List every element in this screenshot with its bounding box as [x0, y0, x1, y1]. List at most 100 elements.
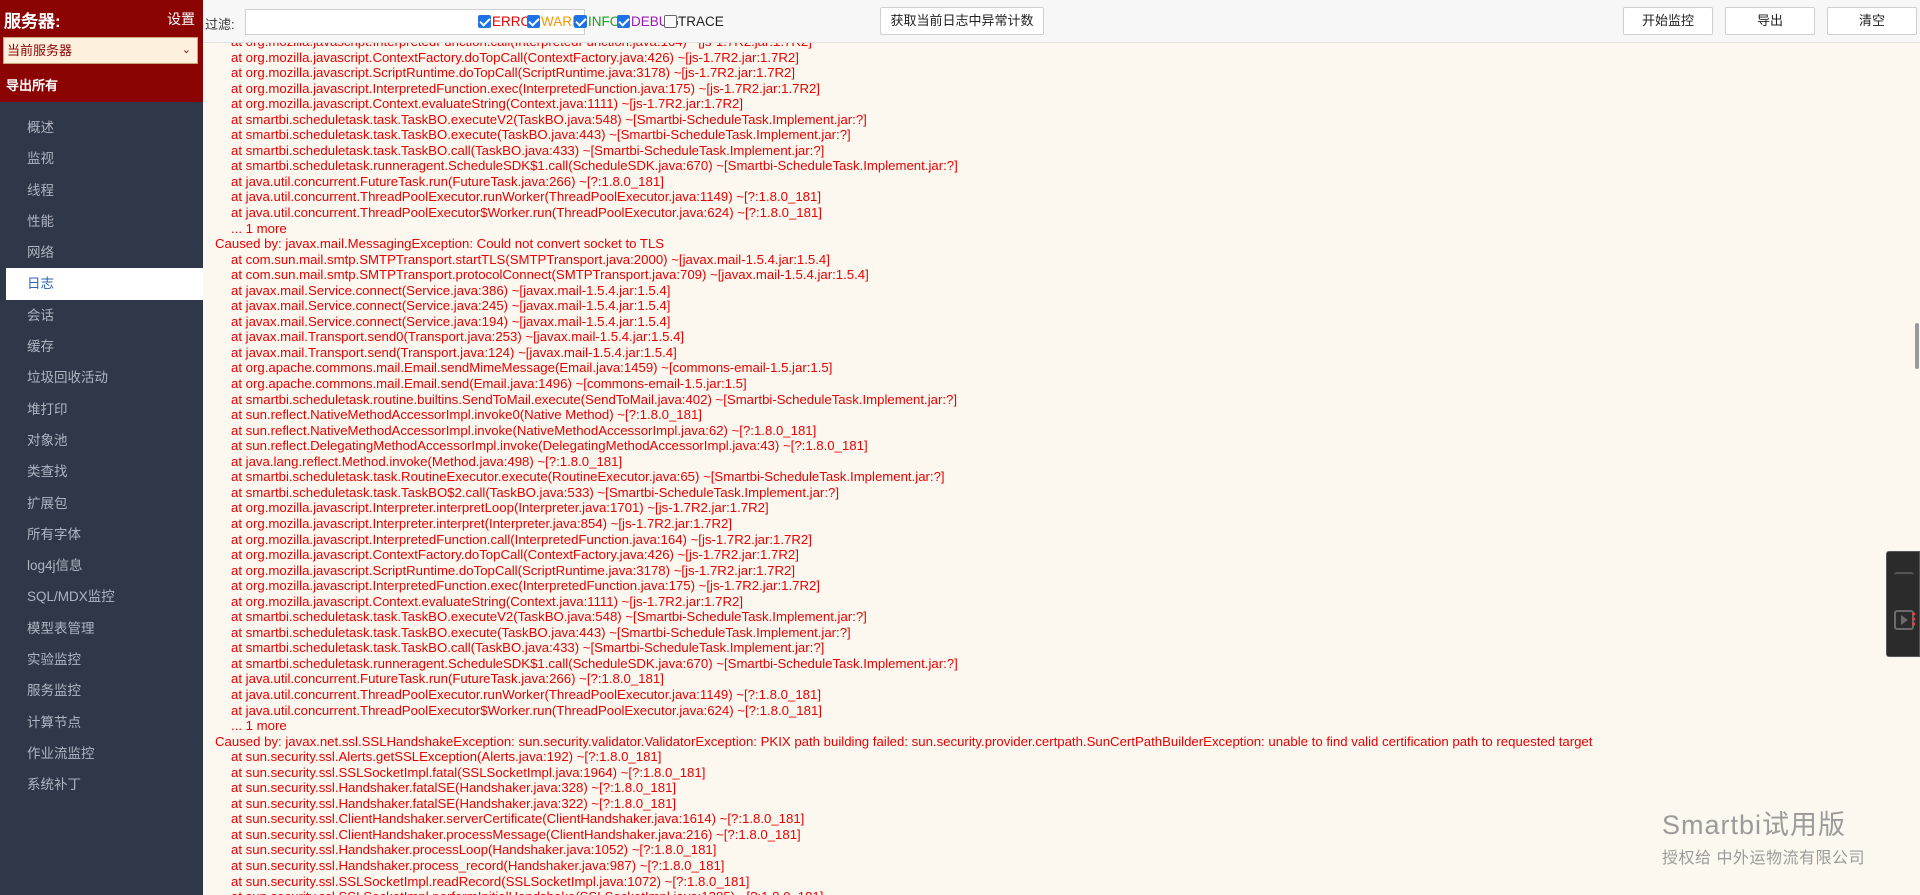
sidebar-item[interactable]: 线程	[0, 175, 203, 206]
server-select[interactable]: 当前服务器 ⌄	[3, 37, 198, 64]
sidebar-item[interactable]: 作业流监控	[0, 738, 203, 769]
sidebar-item[interactable]: 模型表管理	[0, 613, 203, 644]
sidebar-item[interactable]: 缓存	[0, 331, 203, 362]
log-line: at org.apache.commons.mail.Email.sendMim…	[231, 360, 833, 376]
sidebar-item[interactable]: 监视	[0, 143, 203, 174]
log-line: at org.mozilla.javascript.ScriptRuntime.…	[231, 65, 796, 81]
log-line: at org.mozilla.javascript.InterpretedFun…	[231, 578, 820, 594]
sidebar-item[interactable]: 服务监控	[0, 675, 203, 706]
sidebar-item[interactable]: 计算节点	[0, 707, 203, 738]
log-line: at smartbi.scheduletask.task.TaskBO.exec…	[231, 609, 867, 625]
chevron-down-icon: ⌄	[181, 44, 191, 56]
log-line: at smartbi.scheduletask.routine.builtins…	[231, 391, 958, 407]
watermark-subtitle: 授权给 中外运物流有限公司	[1662, 850, 1865, 867]
log-line: Caused by: javax.mail.MessagingException…	[215, 236, 665, 252]
export-all-link[interactable]: 导出所有	[6, 75, 58, 94]
log-line: at java.util.concurrent.ThreadPoolExecut…	[231, 686, 821, 702]
log-line: at sun.reflect.DelegatingMethodAccessorI…	[231, 438, 868, 454]
log-line: at sun.security.ssl.Handshaker.fatalSE(H…	[231, 795, 677, 811]
floating-tab-icon	[1894, 572, 1914, 586]
level-checkbox[interactable]: INFO	[574, 13, 620, 29]
log-line: at java.lang.reflect.Method.invoke(Metho…	[231, 453, 623, 469]
log-line: at org.mozilla.javascript.ContextFactory…	[231, 547, 799, 563]
sidebar-item[interactable]: 堆打印	[0, 394, 203, 425]
level-label: TRACE	[678, 13, 724, 29]
settings-link[interactable]: 设置	[167, 9, 195, 29]
log-output[interactable]: at org.mozilla.javascript.InterpretedFun…	[203, 43, 1914, 895]
sidebar-item[interactable]: 所有字体	[0, 519, 203, 550]
sidebar-item[interactable]: 日志	[6, 268, 203, 300]
log-line: at javax.mail.Service.connect(Service.ja…	[231, 298, 671, 314]
log-line: at sun.security.ssl.Handshaker.processLo…	[231, 842, 717, 858]
log-line: at org.mozilla.javascript.Context.evalua…	[231, 96, 743, 112]
log-line: at sun.reflect.NativeMethodAccessorImpl.…	[231, 407, 702, 423]
level-checkbox[interactable]: TRACE	[664, 13, 724, 29]
log-line: ... 1 more	[231, 220, 287, 236]
floating-toolbar[interactable]: • • •	[1886, 551, 1920, 657]
sidebar-item[interactable]: SQL/MDX监控	[0, 581, 203, 612]
log-line: at smartbi.scheduletask.task.TaskBO$2.ca…	[231, 484, 839, 500]
sidebar-item[interactable]: 垃圾回收活动	[0, 362, 203, 393]
log-line: at com.sun.mail.smtp.SMTPTransport.start…	[231, 251, 830, 267]
log-line: at sun.security.ssl.ClientHandshaker.ser…	[231, 811, 805, 827]
log-line: at smartbi.scheduletask.task.TaskBO.call…	[231, 640, 825, 656]
log-line: at org.mozilla.javascript.ScriptRuntime.…	[231, 562, 796, 578]
level-label: INFO	[588, 13, 621, 29]
server-title: 服务器:	[4, 12, 61, 31]
sidebar-item[interactable]: 概述	[0, 112, 203, 143]
log-lines: at org.mozilla.javascript.InterpretedFun…	[215, 43, 1914, 895]
log-line: at javax.mail.Transport.send(Transport.j…	[231, 344, 677, 360]
sidebar-item[interactable]: 类查找	[0, 456, 203, 487]
sidebar-nav: 概述 监视 线程 性能 网络 日志 会话 缓存 垃圾回收活动 堆打印 对象池 类查找 扩展包 所有字体 lo…	[0, 112, 203, 801]
log-line: at sun.security.ssl.SSLSocketImpl.perfor…	[215, 889, 1914, 895]
sidebar-item[interactable]: 会话	[0, 300, 203, 331]
checkbox-checked-icon[interactable]	[527, 14, 540, 28]
sidebar-item[interactable]: 对象池	[0, 425, 203, 456]
checkbox-checked-icon[interactable]	[617, 14, 630, 28]
more-vertical-icon[interactable]: • • •	[1911, 609, 1918, 630]
sidebar-item[interactable]: 扩展包	[0, 488, 203, 519]
log-line: at javax.mail.Service.connect(Service.ja…	[231, 313, 671, 329]
log-line: at sun.security.ssl.Alerts.getSSLExcepti…	[231, 749, 662, 765]
log-line: at smartbi.scheduletask.runneragent.Sche…	[231, 158, 958, 174]
log-line: at java.util.concurrent.FutureTask.run(F…	[231, 671, 664, 687]
scrollbar-thumb[interactable]	[1915, 323, 1919, 369]
export-button[interactable]: 导出	[1725, 7, 1815, 35]
sidebar-item[interactable]: 实验监控	[0, 644, 203, 675]
checkbox-checked-icon[interactable]	[574, 14, 587, 28]
log-line: at java.util.concurrent.ThreadPoolExecut…	[231, 702, 822, 718]
log-line: at java.util.concurrent.ThreadPoolExecut…	[231, 205, 822, 221]
sidebar-item[interactable]: log4j信息	[0, 550, 203, 581]
log-line: at sun.security.ssl.ClientHandshaker.pro…	[231, 826, 801, 842]
start-monitor-button[interactable]: 开始监控	[1623, 7, 1713, 35]
server-panel: 服务器: 设置 当前服务器 ⌄ 导出所有	[0, 0, 203, 102]
log-line: at javax.mail.Service.connect(Service.ja…	[231, 282, 671, 298]
log-line: at smartbi.scheduletask.task.RoutineExec…	[231, 469, 945, 485]
sidebar: 服务器: 设置 当前服务器 ⌄ 导出所有 概述 监视 线程 性能 网络 日志 会话 缓存 垃圾回…	[0, 0, 203, 895]
log-line: Caused by: javax.net.ssl.SSLHandshakeExc…	[215, 733, 1593, 749]
log-line: at smartbi.scheduletask.task.TaskBO.exec…	[231, 111, 867, 127]
log-line: at org.mozilla.javascript.InterpretedFun…	[231, 531, 812, 547]
sidebar-item[interactable]: 性能	[0, 206, 203, 237]
log-line: at org.mozilla.javascript.ContextFactory…	[231, 49, 799, 65]
log-line: at smartbi.scheduletask.task.TaskBO.exec…	[231, 624, 851, 640]
log-line: at smartbi.scheduletask.task.TaskBO.call…	[231, 142, 825, 158]
log-line: at java.util.concurrent.ThreadPoolExecut…	[231, 189, 821, 205]
sidebar-item[interactable]: 网络	[0, 237, 203, 268]
log-line: at com.sun.mail.smtp.SMTPTransport.proto…	[231, 267, 869, 283]
log-line: at org.apache.commons.mail.Email.send(Em…	[231, 376, 747, 392]
sidebar-item[interactable]: 系统补丁	[0, 769, 203, 800]
log-scrollbar[interactable]	[1914, 43, 1920, 895]
log-line: at java.util.concurrent.FutureTask.run(F…	[231, 173, 664, 189]
server-select-value: 当前服务器	[7, 43, 73, 58]
filter-label: 过滤:	[205, 17, 235, 32]
clear-button[interactable]: 清空	[1827, 7, 1917, 35]
watermark: Smartbi试用版 授权给 中外运物流有限公司	[1662, 803, 1865, 868]
exception-count-button[interactable]: 获取当前日志中异常计数	[880, 7, 1044, 35]
log-line: at org.mozilla.javascript.Context.evalua…	[231, 593, 743, 609]
log-line: ... 1 more	[231, 718, 287, 734]
log-line: at smartbi.scheduletask.runneragent.Sche…	[231, 655, 958, 671]
checkbox-checked-icon[interactable]	[478, 14, 491, 28]
log-line: at sun.reflect.NativeMethodAccessorImpl.…	[231, 422, 817, 438]
checkbox-unchecked-icon[interactable]	[664, 14, 677, 28]
